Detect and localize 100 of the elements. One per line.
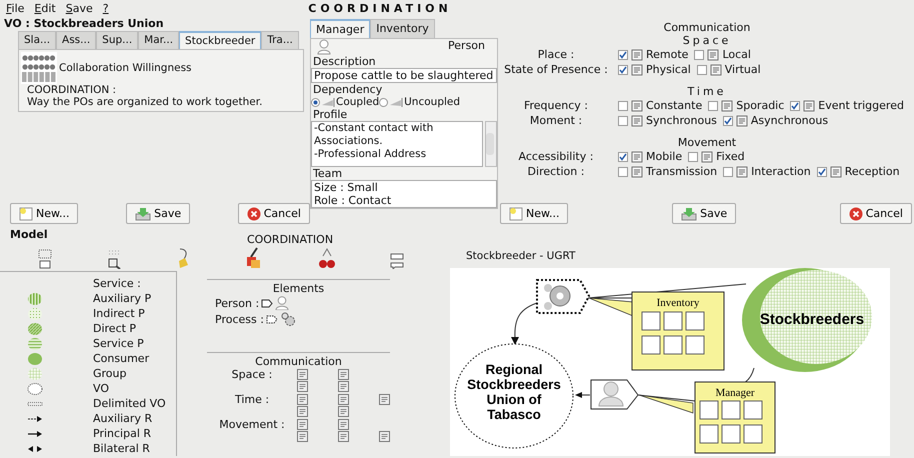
tab[interactable]: Sup... [96, 31, 138, 49]
checkbox[interactable] [816, 166, 827, 176]
palette-icon[interactable] [297, 406, 308, 418]
cherries-icon[interactable] [319, 247, 335, 269]
legend-item[interactable]: VO [0, 381, 176, 396]
legend-item[interactable]: Consumer [0, 351, 176, 366]
legend-item[interactable]: Direct P [0, 321, 176, 336]
cancel-button[interactable]: Cancel [840, 203, 912, 224]
checkbox[interactable] [618, 166, 628, 176]
radio-icon[interactable] [311, 98, 320, 106]
aspect-description: Way the POs are organized to work together. [26, 96, 264, 108]
palette-icon[interactable] [379, 431, 390, 442]
profile-field[interactable]: -Constant contact with Associations. -Professional Address [311, 121, 483, 167]
cancel-button[interactable]: Cancel [238, 203, 310, 224]
checkbox-option[interactable]: Sporadic [708, 99, 784, 112]
process-node[interactable] [536, 279, 590, 314]
document-icon [631, 166, 643, 178]
row-label: Frequency : [522, 99, 590, 112]
palette-icon[interactable] [338, 431, 349, 442]
legend-item[interactable]: Bilateral R [0, 441, 176, 456]
radio-icon[interactable] [379, 98, 388, 106]
tab[interactable]: Ass... [56, 31, 96, 49]
checkbox[interactable] [696, 64, 707, 74]
checkbox[interactable] [723, 166, 734, 176]
checkbox-option[interactable]: Physical [618, 63, 691, 76]
radio-option[interactable]: Uncoupled [379, 96, 460, 108]
palette-icon[interactable] [338, 418, 349, 430]
menu-item[interactable]: Edit [34, 2, 56, 17]
checkbox-option[interactable]: Reception [816, 165, 900, 178]
palette-icon[interactable] [297, 381, 308, 392]
legend-item[interactable]: Delimited VO [0, 396, 176, 411]
palette-icon[interactable] [297, 418, 308, 430]
legend-item[interactable]: Indirect P [0, 306, 176, 321]
checkbox-option[interactable]: Virtual [696, 63, 761, 76]
palette-icon[interactable] [297, 431, 308, 442]
checkbox[interactable] [708, 100, 718, 110]
palette-icon[interactable] [338, 368, 349, 380]
checkbox-option[interactable]: Mobile [618, 150, 682, 163]
menu-item[interactable]: Save [66, 2, 93, 17]
palette-icon[interactable] [338, 394, 349, 405]
legend-item[interactable]: Auxiliary R [0, 411, 176, 426]
tab[interactable]: Inventory [370, 19, 435, 38]
checkbox[interactable] [618, 50, 628, 60]
document-icon [803, 100, 816, 112]
diagram-title: Stockbreeder - UGRT [466, 250, 576, 262]
document-icon [707, 48, 720, 60]
new-button[interactable]: New... [10, 203, 78, 224]
checkbox[interactable] [694, 50, 704, 60]
menu-item[interactable]: File [6, 2, 24, 17]
checkbox[interactable] [618, 116, 628, 126]
checkbox[interactable] [722, 116, 733, 126]
tag-icon [261, 298, 274, 308]
checkbox[interactable] [618, 64, 628, 74]
tab[interactable]: Manager [310, 19, 370, 38]
row-label: Accessibility : [518, 150, 594, 163]
legend-item[interactable]: Principal R [0, 426, 176, 441]
palette-icon[interactable] [297, 394, 308, 405]
save-button[interactable]: Save [126, 203, 190, 224]
checkbox[interactable] [618, 152, 628, 162]
palette-item[interactable]: Person : [207, 295, 390, 311]
row-label: Movement : [218, 418, 286, 433]
tab[interactable]: Mar... [138, 31, 180, 49]
checkbox-option[interactable]: Fixed [688, 150, 745, 163]
team-field[interactable]: Size : Small Role : Contact [311, 180, 497, 208]
legend-item[interactable]: Auxiliary P [0, 291, 176, 306]
tab[interactable]: Sla... [18, 31, 56, 49]
palette-icon[interactable] [297, 368, 308, 380]
label-tool-icon[interactable] [390, 253, 404, 269]
group-ellipse[interactable] [742, 268, 872, 372]
legend-item[interactable]: Service P [0, 336, 176, 351]
row-label: Space : [230, 368, 274, 383]
organization-node[interactable] [454, 344, 574, 448]
checkbox-option[interactable]: Asynchronous [722, 114, 828, 127]
checkbox[interactable] [790, 100, 800, 110]
scrollbar[interactable] [485, 121, 497, 167]
select-tool-icon[interactable] [38, 249, 52, 269]
checkbox-option[interactable]: Remote [618, 48, 688, 61]
checkbox[interactable] [688, 152, 698, 162]
save-button[interactable]: Save [672, 203, 736, 224]
checkbox-option[interactable]: Interaction [723, 165, 811, 178]
zoom-tool-icon[interactable] [107, 249, 121, 269]
palette-icon[interactable] [379, 394, 390, 405]
palette-icon[interactable] [338, 406, 349, 418]
checkbox-option[interactable]: Synchronous [618, 114, 717, 127]
palette-item[interactable]: Process : [207, 311, 390, 327]
checkbox-option[interactable]: Event triggered [790, 99, 904, 112]
checkbox-option[interactable]: Transmission [618, 165, 718, 178]
tab[interactable]: Stockbreeder [179, 31, 262, 49]
palette-icon[interactable] [338, 381, 349, 392]
person-icon [317, 39, 331, 55]
description-field[interactable]: Propose cattle to be slaughtered [311, 68, 497, 83]
radio-option[interactable]: Coupled [311, 96, 380, 108]
checkbox-option[interactable]: Constante [618, 99, 702, 112]
section-title: Communication [254, 355, 343, 368]
checkbox[interactable] [618, 100, 628, 110]
menu-item[interactable]: ? [102, 2, 109, 17]
legend-item[interactable]: Group [0, 366, 176, 381]
new-button[interactable]: New... [500, 203, 568, 224]
tab[interactable]: Tra... [261, 31, 299, 49]
checkbox-option[interactable]: Local [694, 48, 751, 61]
